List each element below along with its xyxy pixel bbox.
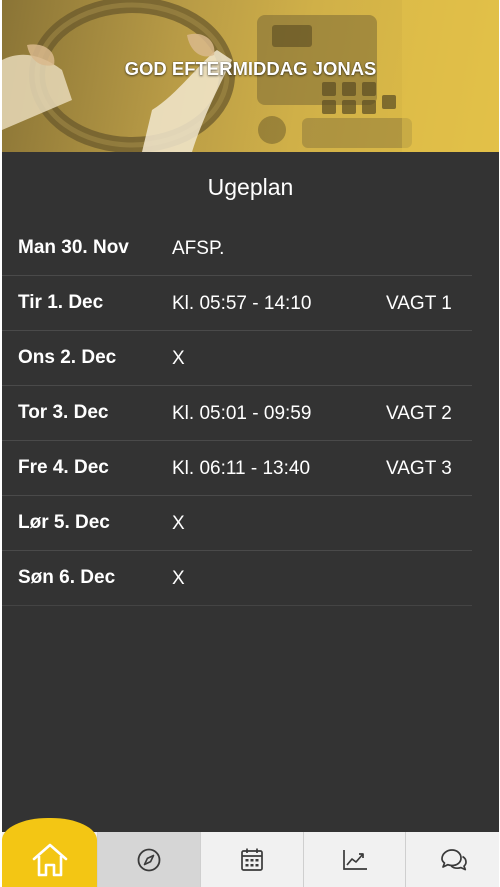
day-label: Ons 2. Dec [18,347,117,368]
shift-time: Kl. 05:01 - 09:59 [172,403,312,424]
day-label: Tor 3. Dec [18,402,109,423]
page-title: Ugeplan [207,174,294,200]
nav-explore-button[interactable] [97,832,200,887]
nav-calendar-button[interactable] [200,832,303,887]
shift-time: X [172,513,185,534]
week-plan-list: Man 30. Nov AFSP. Tir 1. Dec Kl. 05:57 -… [2,221,472,606]
shift-name: VAGT 2 [386,403,452,424]
day-label: Fre 4. Dec [18,457,109,478]
day-row-tuesday[interactable]: Tir 1. Dec Kl. 05:57 - 14:10 VAGT 1 [2,276,472,331]
shift-time: X [172,568,185,589]
shift-time: X [172,348,185,369]
day-label: Tir 1. Dec [18,292,104,313]
header-banner: GOD EFTERMIDDAG JONAS [2,0,499,152]
calendar-icon [241,848,263,871]
compass-icon [137,848,161,871]
shift-name: VAGT 1 [386,293,452,314]
app-frame: GOD EFTERMIDDAG JONAS Ugeplan Man 30. No… [2,0,499,887]
day-label: Man 30. Nov [18,237,129,258]
chat-icon [440,848,467,870]
day-row-friday[interactable]: Fre 4. Dec Kl. 06:11 - 13:40 VAGT 3 [2,441,472,496]
nav-home-button[interactable] [2,818,97,887]
shift-time: Kl. 06:11 - 13:40 [172,458,311,479]
shift-name: VAGT 3 [386,458,452,479]
shift-time: Kl. 05:57 - 14:10 [172,293,312,314]
day-row-sunday[interactable]: Søn 6. Dec X [2,551,472,606]
day-row-monday[interactable]: Man 30. Nov AFSP. [2,221,472,276]
day-row-thursday[interactable]: Tor 3. Dec Kl. 05:01 - 09:59 VAGT 2 [2,386,472,441]
day-label: Lør 5. Dec [18,512,110,533]
shift-time: AFSP. [172,238,225,259]
home-icon [32,843,67,876]
day-label: Søn 6. Dec [18,567,116,588]
bottom-navigation [2,818,499,887]
day-row-saturday[interactable]: Lør 5. Dec X [2,496,472,551]
nav-stats-button[interactable] [303,832,405,887]
nav-chat-button[interactable] [405,832,499,887]
chart-icon [342,849,367,870]
greeting-text: GOD EFTERMIDDAG JONAS [124,58,377,79]
day-row-wednesday[interactable]: Ons 2. Dec X [2,331,472,386]
